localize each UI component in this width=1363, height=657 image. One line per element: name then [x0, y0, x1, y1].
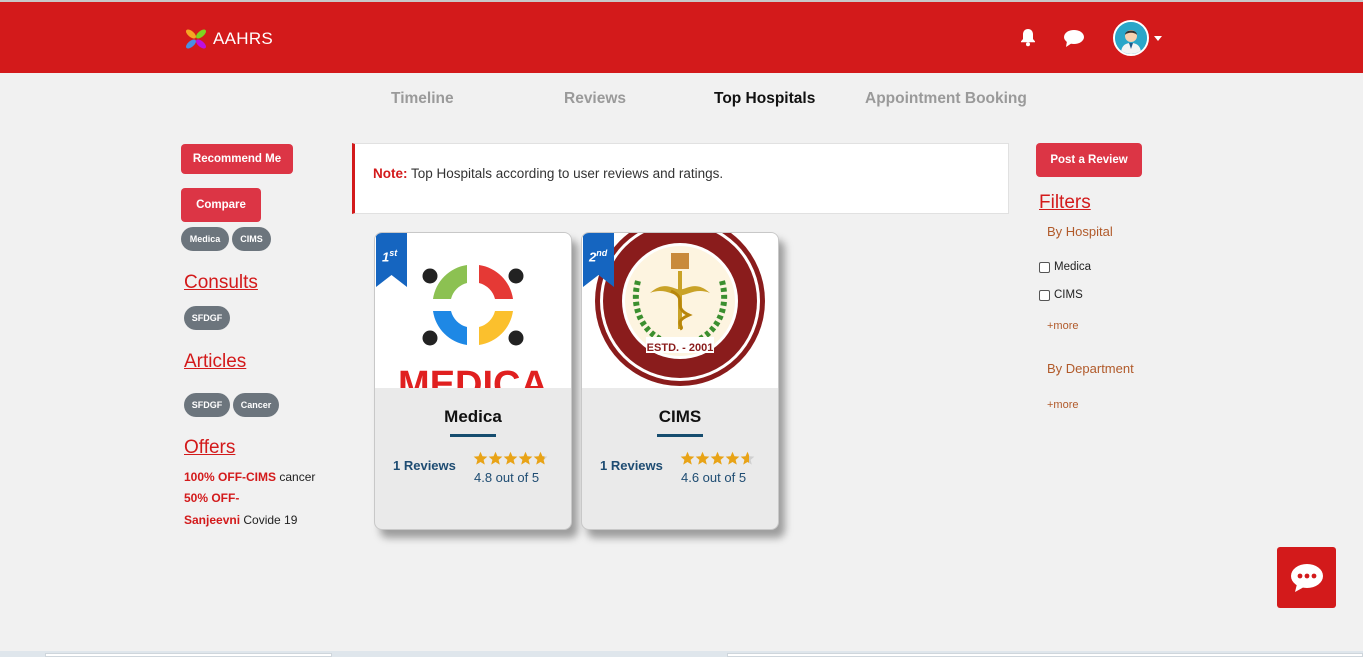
consult-tag[interactable]: SFDGF [184, 306, 230, 330]
note-label: Note: [373, 166, 408, 181]
avatar-icon [1113, 20, 1149, 56]
filter-by-hospital-label[interactable]: By Hospital [1047, 224, 1113, 239]
offer-item[interactable]: Sanjeevni Covide 19 [184, 510, 297, 531]
filter-by-department-label[interactable]: By Department [1047, 361, 1134, 376]
filter-option-medica[interactable]: Medica [1039, 261, 1091, 273]
hospital-card[interactable]: ESTD. - 2001 2nd CIMS 1 Reviews 4.6 out … [581, 232, 779, 530]
offer-item[interactable]: 50% OFF- [184, 488, 239, 509]
brand-logo[interactable]: AAHRS [184, 28, 273, 50]
filter-option-label: CIMS [1054, 289, 1083, 301]
hospital-logo: MEDICA 1st [375, 233, 571, 388]
offer-text: Covide 19 [240, 513, 298, 527]
tab-reviews[interactable]: Reviews [564, 90, 626, 108]
name-underline [657, 434, 703, 437]
user-menu[interactable] [1113, 20, 1162, 56]
checkbox[interactable] [1039, 289, 1050, 301]
chat-widget-button[interactable] [1277, 547, 1336, 608]
star-icon [488, 451, 503, 465]
name-underline [450, 434, 496, 437]
offer-highlight: 50% OFF- [184, 491, 240, 505]
note-text: Top Hospitals according to user reviews … [407, 166, 724, 181]
star-icon [473, 451, 488, 465]
offer-item[interactable]: 100% OFF-CIMS cancer [184, 467, 315, 488]
filter-option-cims[interactable]: CIMS [1039, 289, 1083, 301]
rank-label: 1st [382, 248, 398, 265]
star-icon [518, 451, 533, 465]
offer-highlight: 100% OFF-CIMS [184, 470, 277, 484]
more-departments-link[interactable]: +more [1047, 399, 1079, 411]
chat-bubble-icon [1290, 563, 1323, 592]
rating-text: 4.8 out of 5 [474, 470, 540, 485]
bottom-strip [0, 651, 1363, 657]
filters-title: Filters [1039, 192, 1091, 213]
article-tag[interactable]: SFDGF [184, 393, 230, 417]
consults-title[interactable]: Consults [184, 272, 258, 294]
rank-label: 2nd [589, 248, 608, 265]
articles-title[interactable]: Articles [184, 351, 246, 373]
tab-top-hospitals[interactable]: Top Hospitals [714, 90, 815, 108]
medica-logo-text: MEDICA [398, 364, 548, 388]
chat-icon[interactable] [1063, 28, 1085, 53]
star-icon [533, 451, 548, 465]
offers-title[interactable]: Offers [184, 437, 235, 459]
hospital-logo: ESTD. - 2001 2nd [582, 233, 778, 388]
star-icon [695, 451, 710, 465]
tab-timeline[interactable]: Timeline [391, 90, 454, 108]
offer-highlight: Sanjeevni [184, 513, 241, 527]
review-count[interactable]: 1 Reviews [393, 458, 456, 473]
hospital-name[interactable]: CIMS [582, 407, 778, 427]
compare-tag-medica[interactable]: Medica [181, 227, 229, 251]
cims-logo-text: ESTD. - 2001 [647, 342, 714, 354]
compare-tag-cims[interactable]: CIMS [232, 227, 271, 251]
note-banner: Note: Top Hospitals according to user re… [352, 143, 1009, 214]
compare-button[interactable]: Compare [181, 188, 261, 222]
tab-appointment-booking[interactable]: Appointment Booking [865, 90, 1027, 108]
star-icon [740, 451, 755, 465]
rating-text: 4.6 out of 5 [681, 470, 747, 485]
post-review-button[interactable]: Post a Review [1036, 143, 1142, 177]
star-icon [503, 451, 518, 465]
star-icon [710, 451, 725, 465]
recommend-me-button[interactable]: Recommend Me [181, 144, 293, 174]
offer-text: cancer [276, 470, 316, 484]
bottom-panel [45, 653, 332, 657]
star-icon [680, 451, 695, 465]
star-icon [725, 451, 740, 465]
more-hospitals-link[interactable]: +more [1047, 320, 1079, 332]
caret-down-icon [1154, 35, 1162, 41]
hospital-card[interactable]: MEDICA 1st Medica 1 Reviews 4.8 out of 5 [374, 232, 572, 530]
checkbox[interactable] [1039, 261, 1050, 273]
leaf-logo-icon [186, 29, 206, 49]
star-rating [473, 451, 548, 466]
bell-icon[interactable] [1018, 27, 1038, 52]
hospital-name[interactable]: Medica [375, 407, 571, 427]
bottom-panel [727, 653, 1363, 657]
top-navbar: AAHRS [0, 0, 1363, 73]
article-tag[interactable]: Cancer [233, 393, 279, 417]
review-count[interactable]: 1 Reviews [600, 458, 663, 473]
star-rating [680, 451, 755, 466]
filter-option-label: Medica [1054, 261, 1092, 273]
brand-name: AAHRS [213, 29, 274, 48]
